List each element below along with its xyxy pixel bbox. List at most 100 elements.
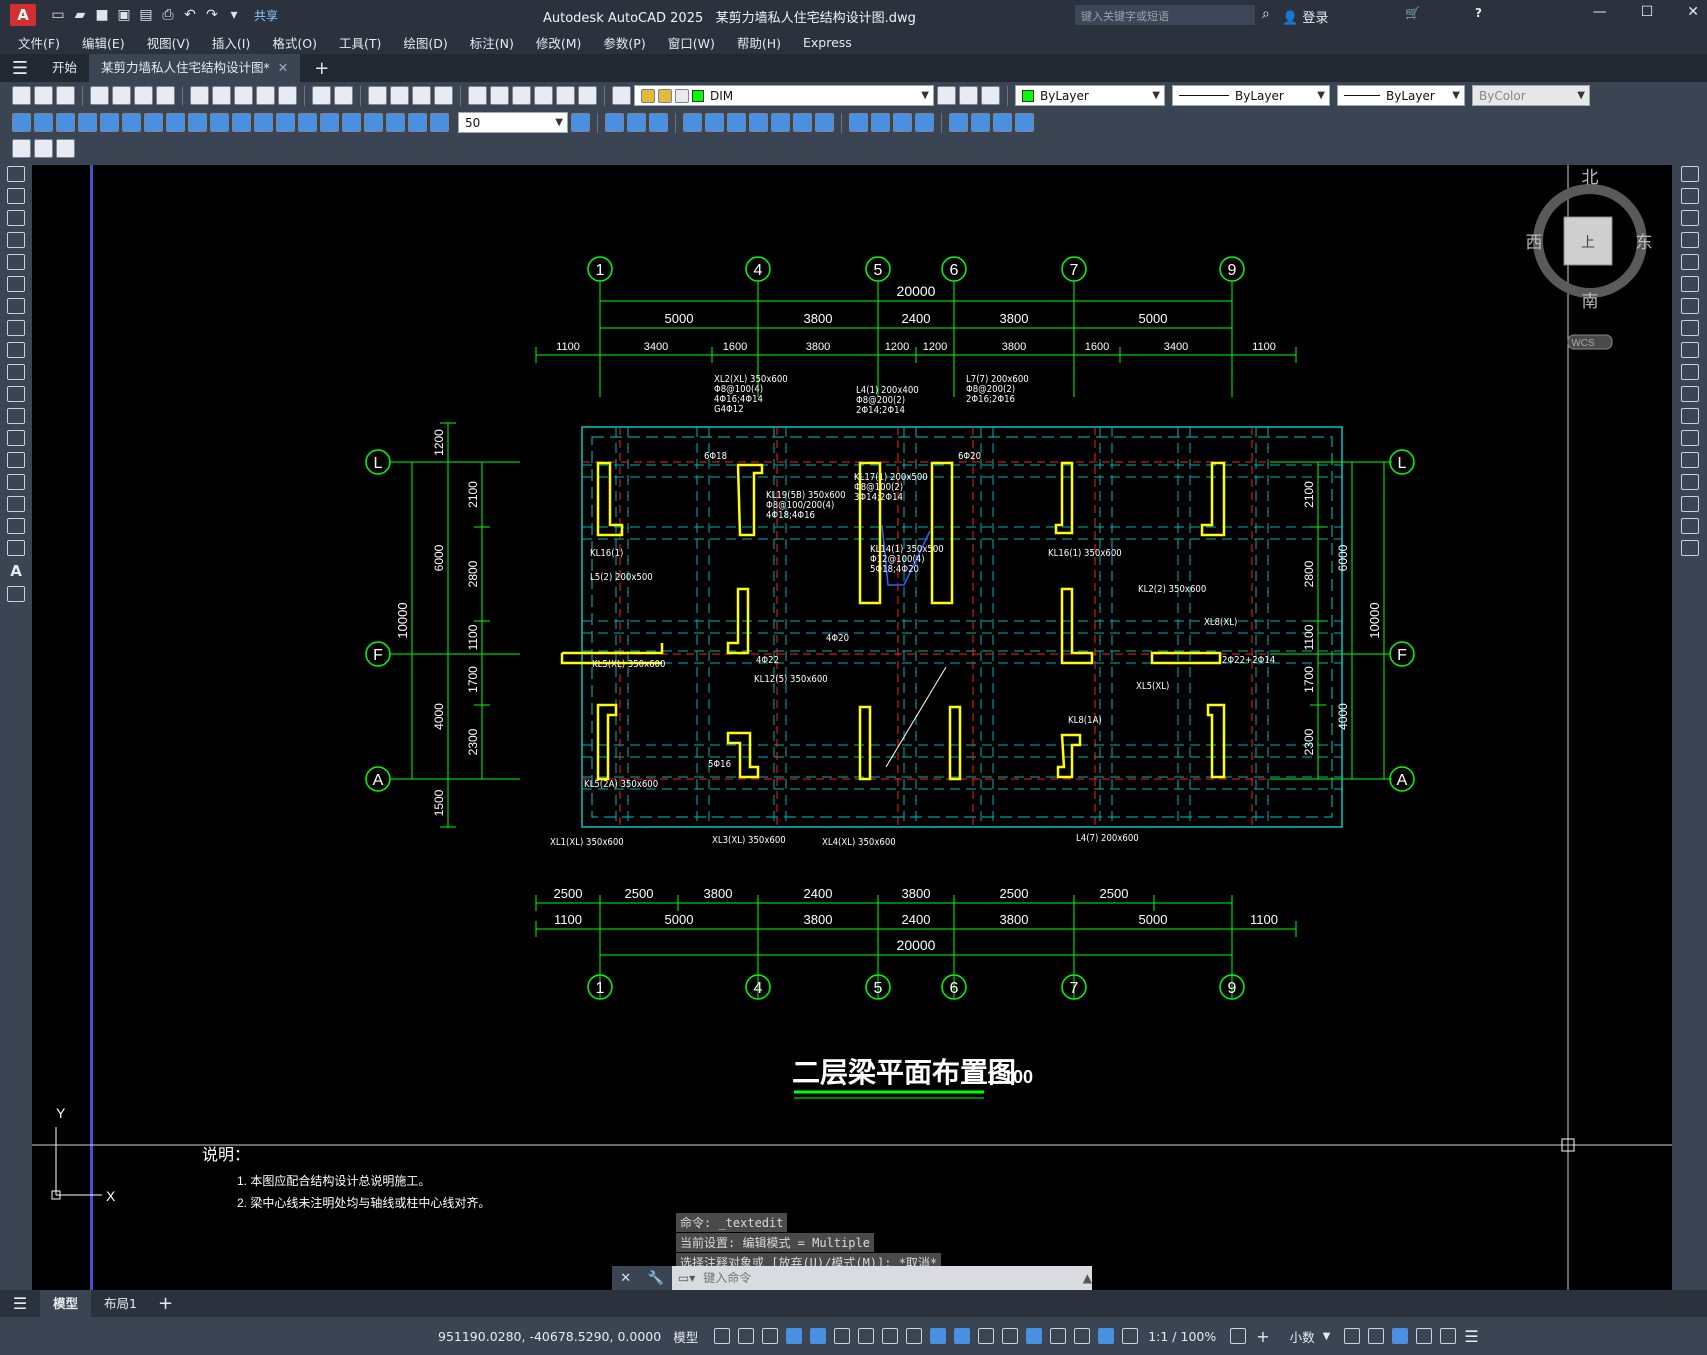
continue-dim-icon[interactable] — [232, 113, 251, 132]
menu-format[interactable]: 格式(O) — [272, 33, 317, 52]
erase-icon[interactable] — [1680, 166, 1699, 182]
tab-document[interactable]: 某剪力墙私人住宅结构设计图* ✕ — [89, 54, 301, 82]
dim-edit-icon[interactable] — [386, 113, 405, 132]
aligned-dim-icon[interactable] — [34, 113, 53, 132]
stretch-icon[interactable] — [1680, 342, 1699, 358]
gizmo-icon[interactable] — [1074, 1328, 1091, 1344]
undo-icon[interactable]: ↶ — [182, 7, 198, 23]
minimize-icon[interactable]: — — [1593, 4, 1607, 20]
object-snap-tracking-icon[interactable] — [882, 1328, 899, 1344]
new-icon[interactable] — [12, 86, 31, 105]
zoom-realtime-icon[interactable] — [390, 86, 409, 105]
center-mark-icon[interactable] — [320, 113, 339, 132]
blend-curves-icon[interactable] — [1680, 518, 1699, 534]
polyline-icon[interactable] — [7, 210, 25, 226]
units-dropdown[interactable]: 小数 — [1290, 1327, 1315, 1346]
plotstyle-dropdown[interactable]: ByColor ▼ — [1472, 85, 1590, 106]
paste-icon[interactable] — [234, 86, 253, 105]
extend-icon[interactable] — [1680, 386, 1699, 402]
layer-lock-icon[interactable] — [675, 88, 689, 103]
properties-icon[interactable] — [468, 86, 487, 105]
cut-icon[interactable] — [190, 86, 209, 105]
move-icon[interactable] — [727, 113, 746, 132]
arc-length-icon[interactable] — [56, 113, 75, 132]
multiline-text-icon[interactable]: A — [0, 562, 32, 580]
trim-icon[interactable] — [815, 113, 834, 132]
open-icon[interactable] — [34, 86, 53, 105]
insert-block-icon[interactable] — [7, 408, 25, 424]
scale-icon[interactable] — [1680, 320, 1699, 336]
tolerance-icon[interactable] — [298, 113, 317, 132]
customize-command-icon[interactable]: 🔧 — [648, 1271, 664, 1286]
close-command-icon[interactable]: ✕ — [620, 1271, 631, 1286]
search-input[interactable]: 键入关键字或短语 — [1075, 5, 1255, 25]
block-attribute-icon[interactable] — [34, 138, 53, 158]
cart-icon[interactable]: 🛒 — [1405, 6, 1420, 20]
menu-edit[interactable]: 编辑(E) — [82, 33, 125, 52]
blend-icon[interactable] — [971, 113, 990, 132]
fillet-icon[interactable] — [1680, 496, 1699, 512]
isolate-objects-icon[interactable] — [1392, 1328, 1409, 1344]
coordinates-readout[interactable]: 951190.0280, -40678.5290, 0.0000 — [438, 1329, 661, 1344]
erase-icon[interactable] — [605, 113, 624, 132]
chamfer-icon[interactable] — [915, 113, 934, 132]
edit-attribute-icon[interactable] — [12, 138, 31, 158]
model-space-toggle[interactable]: 模型 — [673, 1327, 698, 1346]
customization-menu-icon[interactable]: ☰ — [1464, 1327, 1478, 1346]
ellipse-icon[interactable] — [7, 364, 25, 380]
color-dropdown[interactable]: ByLayer ▼ — [1015, 85, 1165, 106]
chevron-down-icon[interactable]: ▼ — [1323, 1331, 1331, 1342]
circle-icon[interactable] — [7, 298, 25, 314]
dim-text-edit-icon[interactable] — [408, 113, 427, 132]
help-icon[interactable] — [578, 86, 597, 105]
layout-menu-icon[interactable]: ☰ — [0, 1294, 40, 1313]
dimscale-dropdown[interactable]: 50 ▼ — [458, 112, 568, 133]
menu-insert[interactable]: 插入(I) — [212, 33, 250, 52]
layer-on-icon[interactable] — [641, 88, 655, 103]
extend-icon[interactable] — [849, 113, 868, 132]
dim-style-icon[interactable] — [571, 113, 590, 132]
jogged-dim-icon[interactable] — [122, 113, 141, 132]
offset-icon[interactable] — [1680, 232, 1699, 248]
match-properties-icon[interactable] — [256, 86, 275, 105]
redo-icon[interactable]: ↷ — [204, 7, 220, 23]
scale-icon[interactable] — [771, 113, 790, 132]
explode-icon[interactable] — [1680, 540, 1699, 556]
menu-file[interactable]: 文件(F) — [18, 33, 60, 52]
point-icon[interactable] — [7, 452, 25, 468]
copy-object-icon[interactable] — [627, 113, 646, 132]
dim-space-icon[interactable] — [254, 113, 273, 132]
array-icon[interactable] — [705, 113, 724, 132]
snap-icon[interactable] — [738, 1328, 755, 1344]
gradient-icon[interactable] — [7, 496, 25, 512]
infer-constraints-icon[interactable] — [762, 1328, 779, 1344]
login-button[interactable]: 👤 登录 — [1282, 7, 1328, 26]
radius-dim-icon[interactable] — [100, 113, 119, 132]
dynamic-input-icon[interactable] — [786, 1328, 803, 1344]
angular-dim-icon[interactable] — [166, 113, 185, 132]
open-folder-icon[interactable]: ▰ — [72, 7, 88, 23]
ellipse-arc-icon[interactable] — [7, 386, 25, 402]
quick-dim-icon[interactable] — [188, 113, 207, 132]
pan-icon[interactable] — [368, 86, 387, 105]
tab-model[interactable]: 模型 — [40, 1290, 92, 1317]
design-center-icon[interactable] — [490, 86, 509, 105]
object-snap-icon[interactable] — [906, 1328, 923, 1344]
dim-update-icon[interactable] — [430, 113, 449, 132]
polar-tracking-icon[interactable] — [834, 1328, 851, 1344]
trim-icon[interactable] — [1680, 364, 1699, 380]
search-icon[interactable]: ⌕ — [1262, 6, 1270, 22]
isometric-icon[interactable] — [858, 1328, 875, 1344]
close-icon[interactable]: ✕ — [1687, 4, 1699, 20]
break-icon[interactable] — [871, 113, 890, 132]
lineweight-icon[interactable] — [930, 1328, 947, 1344]
viewcube-south[interactable]: 南 — [1582, 292, 1599, 311]
autocad-logo[interactable]: A — [10, 4, 36, 26]
baseline-dim-icon[interactable] — [210, 113, 229, 132]
selection-filter-icon[interactable] — [1050, 1328, 1067, 1344]
maximize-icon[interactable]: ☐ — [1641, 4, 1654, 20]
layer-freeze-icon[interactable] — [658, 88, 672, 103]
join-icon[interactable] — [1680, 452, 1699, 468]
layer-previous-icon[interactable] — [959, 86, 978, 105]
menu-modify[interactable]: 修改(M) — [536, 33, 582, 52]
